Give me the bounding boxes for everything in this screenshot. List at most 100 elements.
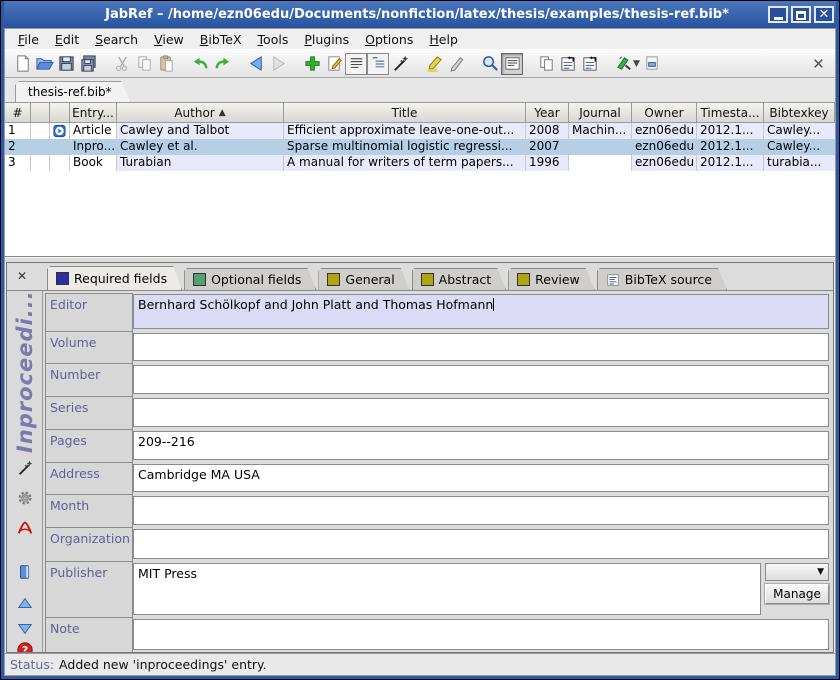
tab-review[interactable]: Review: [508, 268, 595, 290]
search-icon[interactable]: [479, 53, 501, 75]
cut-icon[interactable]: [111, 53, 133, 75]
help-icon[interactable]: ?: [14, 639, 36, 652]
text-caret: [493, 298, 494, 311]
column-header-title[interactable]: Title: [284, 103, 526, 122]
tab-abstract[interactable]: Abstract: [412, 268, 506, 290]
entry-editor-close-icon[interactable]: ✕: [13, 268, 31, 284]
cell-num: 3: [5, 155, 31, 171]
menu-view[interactable]: View: [147, 30, 191, 49]
cell-timestamp: 2012.1...: [697, 139, 764, 155]
generate-key-wand-icon[interactable]: [14, 457, 36, 479]
maximize-button[interactable]: [791, 6, 811, 23]
write-xmp-icon[interactable]: [579, 53, 601, 75]
copy-icon[interactable]: [133, 53, 155, 75]
push-application-dropdown-icon[interactable]: ▼: [633, 59, 640, 69]
forward-icon[interactable]: [267, 53, 289, 75]
month-field-input[interactable]: [133, 496, 829, 525]
close-button[interactable]: ✕: [814, 6, 834, 23]
menu-plugins[interactable]: Plugins: [297, 30, 356, 49]
column-header-timestamp[interactable]: Timesta...: [697, 103, 764, 122]
new-entry-icon[interactable]: [301, 53, 323, 75]
cell-title: A manual for writers of term papers...: [284, 155, 526, 171]
toggle-groups-icon[interactable]: [345, 53, 367, 75]
menu-bibtex[interactable]: BibTeX: [193, 30, 249, 49]
title-bar[interactable]: JabRef – /home/ezn06edu/Documents/nonfic…: [4, 1, 836, 28]
organization-field-input[interactable]: [133, 529, 829, 559]
column-header-icon1[interactable]: [31, 103, 50, 122]
tab-optional-fields[interactable]: Optional fields: [184, 268, 316, 290]
field-row-volume: Volume: [45, 332, 829, 364]
svg-text:?: ?: [21, 644, 27, 652]
tab-required-fields[interactable]: Required fields: [47, 266, 182, 290]
field-row-note: Note: [45, 618, 829, 652]
new-database-icon[interactable]: [11, 53, 33, 75]
database-tab[interactable]: thesis-ref.bib*: [15, 81, 131, 102]
pages-field-input[interactable]: 209--216: [133, 431, 829, 460]
volume-field-input[interactable]: [133, 333, 829, 361]
column-header-icon2[interactable]: [50, 103, 70, 122]
number-field-input[interactable]: [133, 365, 829, 394]
next-entry-icon[interactable]: [14, 617, 36, 639]
back-icon[interactable]: [245, 53, 267, 75]
field-row-series: Series: [45, 397, 829, 430]
tool-bar: ▼: [5, 49, 835, 78]
column-header-author[interactable]: Author▲: [117, 103, 284, 122]
tab-bibtex-source[interactable]: BibTeX source: [597, 268, 727, 290]
undo-icon[interactable]: [189, 53, 211, 75]
minimize-button[interactable]: [768, 6, 788, 23]
push-to-application-icon[interactable]: [613, 53, 635, 75]
series-field-input[interactable]: [133, 398, 829, 427]
field-label: Number: [45, 364, 133, 397]
column-header-entrytype[interactable]: Entry...: [70, 103, 117, 122]
menu-edit[interactable]: Edit: [48, 30, 86, 49]
column-header-bibtexkey[interactable]: Bibtexkey: [764, 103, 835, 122]
menu-tools[interactable]: Tools: [251, 30, 296, 49]
table-row[interactable]: 3 Book Turabian A manual for writers of …: [5, 155, 835, 171]
gear-icon[interactable]: [14, 487, 36, 509]
previous-entry-icon[interactable]: [14, 593, 36, 615]
menu-help[interactable]: Help: [422, 30, 465, 49]
cleanup-wand-icon[interactable]: [389, 53, 411, 75]
duplicate-entry-icon[interactable]: [535, 53, 557, 75]
address-field-input[interactable]: Cambridge MA USA: [133, 464, 829, 492]
publisher-field-input[interactable]: MIT Press: [133, 563, 761, 615]
menu-file[interactable]: File: [11, 30, 46, 49]
table-row-selected[interactable]: 2 Inpro... Cawley et al. Sparse multinom…: [5, 139, 835, 155]
toggle-preview-icon[interactable]: [501, 53, 523, 75]
column-header-journal[interactable]: Journal: [569, 103, 632, 122]
toggle-preview-pane-icon[interactable]: [367, 53, 389, 75]
menu-search[interactable]: Search: [88, 30, 145, 49]
mark-entries-icon[interactable]: [423, 53, 445, 75]
toolbar-close-icon[interactable]: [807, 53, 829, 75]
cell-entrytype: Article: [70, 123, 117, 139]
column-header-num[interactable]: #: [5, 103, 31, 122]
menu-options[interactable]: Options: [358, 30, 420, 49]
table-row[interactable]: 1 Article Cawley and Talbot Efficient ap…: [5, 123, 835, 139]
cell-url[interactable]: [50, 123, 70, 139]
note-field-input[interactable]: [133, 619, 829, 650]
cell-journal: Machin...: [569, 123, 632, 139]
write-pdf-page-icon[interactable]: [14, 561, 36, 583]
paste-icon[interactable]: [155, 53, 177, 75]
column-header-year[interactable]: Year: [526, 103, 569, 122]
pdf-acrobat-icon[interactable]: [14, 517, 36, 539]
menu-bar: File Edit Search View BibTeX Tools Plugi…: [5, 29, 835, 49]
save-database-icon[interactable]: [55, 53, 77, 75]
cell-num: 1: [5, 123, 31, 139]
column-header-owner[interactable]: Owner: [632, 103, 697, 122]
publisher-selector-dropdown[interactable]: ▼: [765, 563, 829, 581]
tab-general[interactable]: General: [318, 268, 409, 290]
open-database-icon[interactable]: [33, 53, 55, 75]
unmark-entries-icon[interactable]: [445, 53, 467, 75]
save-all-icon[interactable]: [77, 53, 99, 75]
cell-title: Efficient approximate leave-one-out...: [284, 123, 526, 139]
new-subdatabase-icon[interactable]: [557, 53, 579, 75]
field-label: Pages: [45, 430, 133, 463]
open-file-icon[interactable]: [642, 53, 664, 75]
cell-journal: [569, 139, 632, 155]
redo-icon[interactable]: [211, 53, 233, 75]
url-link-icon[interactable]: [53, 123, 66, 139]
manage-button[interactable]: Manage: [765, 584, 829, 604]
edit-entry-icon[interactable]: [323, 53, 345, 75]
editor-field-input[interactable]: Bernhard Schölkopf and John Platt and Th…: [133, 294, 829, 329]
